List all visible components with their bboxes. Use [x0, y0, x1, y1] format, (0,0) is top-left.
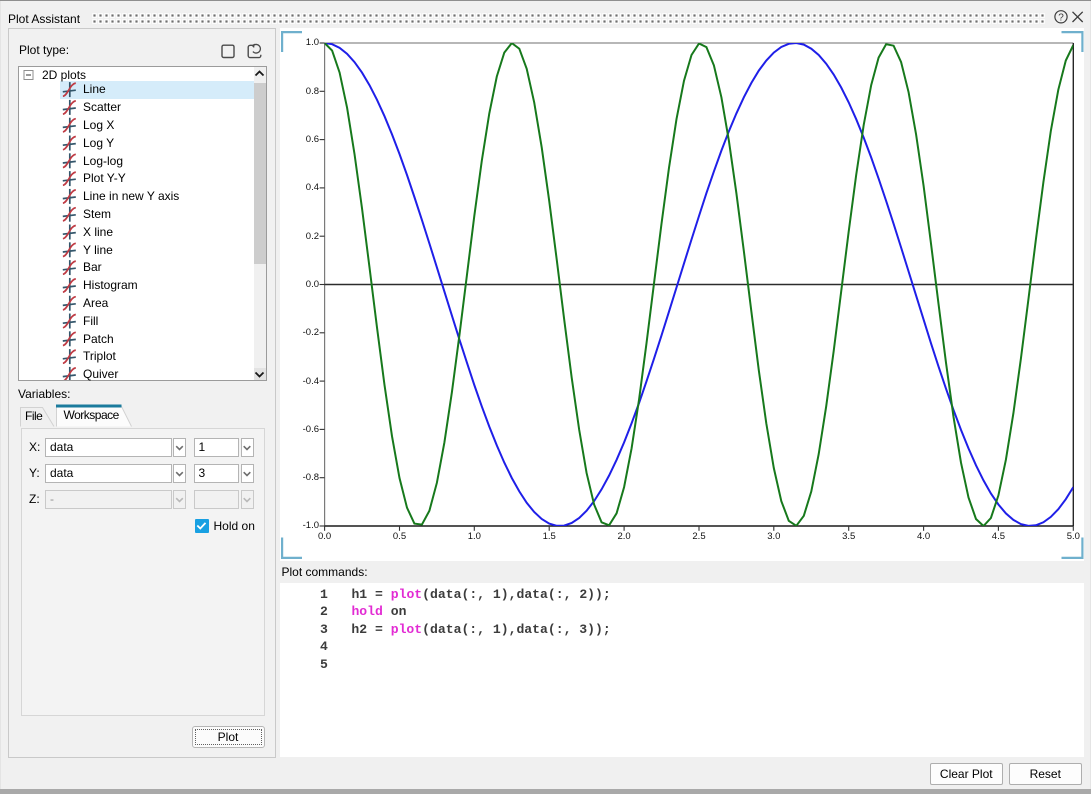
svg-text:?: ? — [1058, 12, 1064, 23]
